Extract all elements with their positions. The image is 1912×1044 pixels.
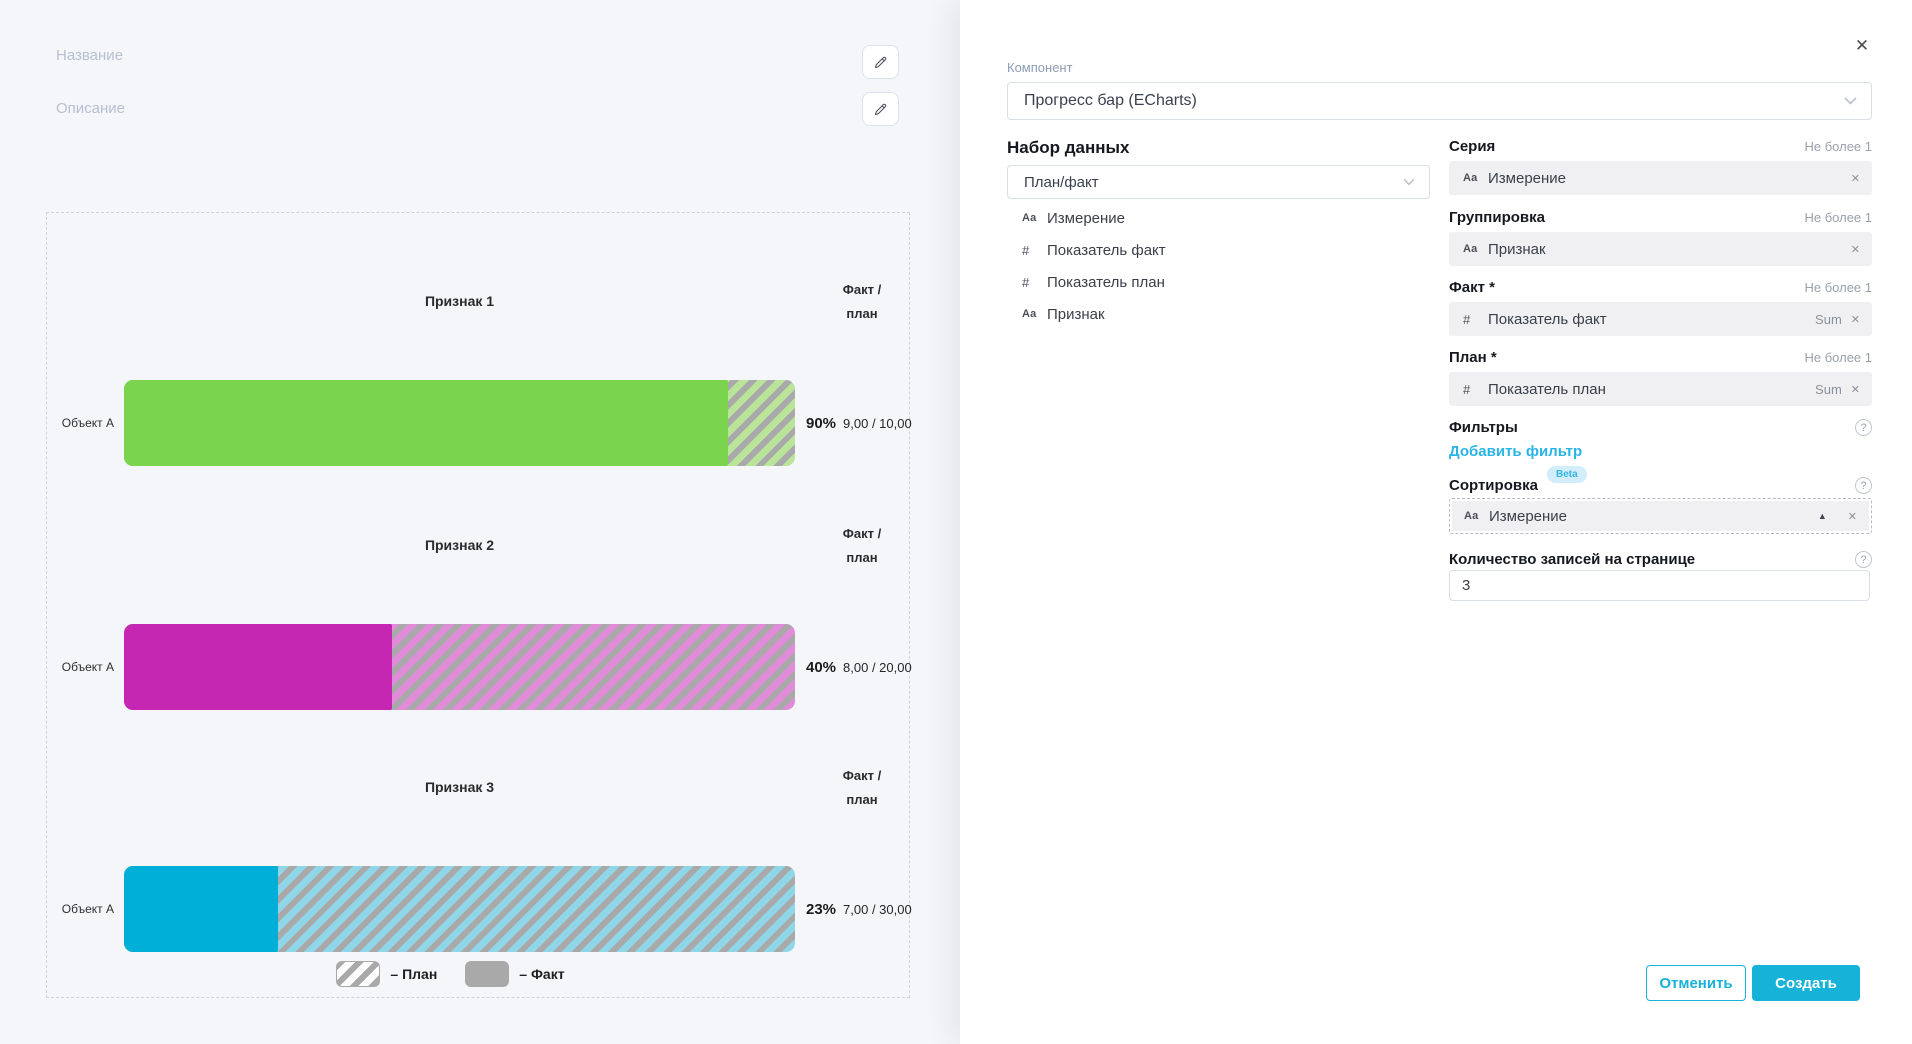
- close-icon[interactable]: [1849, 33, 1875, 59]
- remove-icon[interactable]: [1851, 313, 1860, 326]
- settings-panel: Компонент Прогресс бар (ECharts) Набор д…: [960, 0, 1912, 1044]
- category-label: Объект А: [47, 380, 114, 466]
- value-label: 23% 7,00 / 30,00: [806, 866, 912, 952]
- aggregation-label[interactable]: Sum: [1815, 382, 1842, 397]
- aggregation-label[interactable]: Sum: [1815, 312, 1842, 327]
- chevron-down-icon: [1844, 92, 1857, 110]
- plan-swatch-icon: [336, 961, 380, 987]
- value-label: 40% 8,00 / 20,00: [806, 624, 912, 710]
- legend-fact-label: – Факт: [519, 966, 564, 982]
- chart-group-1: Признак 1 Факт / план Объект А 90% 9,00 …: [47, 280, 909, 480]
- component-select[interactable]: Прогресс бар (ECharts): [1007, 82, 1872, 120]
- remove-icon[interactable]: [1851, 243, 1860, 256]
- help-icon[interactable]: [1855, 551, 1872, 568]
- fact-chip[interactable]: # Показатель факт Sum: [1449, 302, 1872, 336]
- pencil-icon: [873, 55, 888, 70]
- sort-ascending-icon[interactable]: [1818, 511, 1827, 521]
- sorting-chip[interactable]: Аа Измерение: [1452, 501, 1869, 531]
- remove-icon[interactable]: [1851, 383, 1860, 396]
- progress-bar: [124, 380, 795, 466]
- string-type-icon: Аа: [1463, 172, 1479, 184]
- plan-row-header: План * Не более 1: [1449, 349, 1872, 366]
- group-title: Признак 2: [124, 537, 795, 553]
- fact-swatch-icon: [465, 961, 509, 987]
- component-label: Компонент: [1007, 60, 1073, 75]
- chart-preview: Признак 1 Факт / план Объект А 90% 9,00 …: [46, 212, 910, 998]
- string-type-icon: Аа: [1464, 510, 1480, 522]
- number-type-icon: #: [1463, 312, 1479, 327]
- progress-bar: [124, 866, 795, 952]
- category-label: Объект А: [47, 624, 114, 710]
- filters-header: Фильтры: [1449, 419, 1872, 436]
- chevron-down-icon: [1403, 173, 1415, 191]
- number-type-icon: #: [1022, 243, 1038, 258]
- widget-editor: Название Описание Настроить виджет Призн…: [0, 0, 1912, 1044]
- chart-legend: – План – Факт: [124, 961, 795, 987]
- series-chip[interactable]: Аа Измерение: [1449, 161, 1872, 195]
- edit-description-button[interactable]: [862, 92, 899, 126]
- chart-group-2: Признак 2 Факт / план Объект А 40% 8,00 …: [47, 524, 909, 724]
- sorting-header: Сортировка: [1449, 477, 1872, 494]
- chart-group-3: Признак 3 Факт / план Объект А 23% 7,00 …: [47, 766, 909, 966]
- string-type-icon: Аа: [1022, 308, 1038, 320]
- field-item-priznak[interactable]: Аа Признак: [1022, 298, 1422, 330]
- remove-icon[interactable]: [1851, 172, 1860, 185]
- legend-plan-label: – План: [390, 966, 437, 982]
- dataset-title: Набор данных: [1007, 138, 1129, 158]
- left-panel: Название Описание Настроить виджет Призн…: [0, 0, 960, 1044]
- column-header: Факт / план: [787, 522, 937, 570]
- series-row-header: Серия Не более 1: [1449, 138, 1872, 155]
- description-field-placeholder[interactable]: Описание: [56, 100, 125, 117]
- pencil-icon: [873, 102, 888, 117]
- field-item-pokazatel-fakt[interactable]: # Показатель факт: [1022, 234, 1422, 266]
- limit-badge: Не более 1: [1804, 139, 1872, 154]
- help-icon[interactable]: [1855, 477, 1872, 494]
- remove-icon[interactable]: [1848, 510, 1857, 523]
- string-type-icon: Аа: [1022, 212, 1038, 224]
- group-title: Признак 3: [124, 779, 795, 795]
- group-title: Признак 1: [124, 293, 795, 309]
- grouping-chip[interactable]: Аа Признак: [1449, 232, 1872, 266]
- category-label: Объект А: [47, 866, 114, 952]
- grouping-row-header: Группировка Не более 1: [1449, 209, 1872, 226]
- name-field-placeholder[interactable]: Название: [56, 47, 123, 64]
- progress-bar: [124, 624, 795, 710]
- dataset-select[interactable]: План/факт: [1007, 165, 1430, 199]
- help-icon[interactable]: [1855, 419, 1872, 436]
- limit-badge: Не более 1: [1804, 350, 1872, 365]
- string-type-icon: Аа: [1463, 243, 1479, 255]
- limit-badge: Не более 1: [1804, 210, 1872, 225]
- create-button[interactable]: Создать: [1752, 965, 1860, 1001]
- dataset-field-list: Аа Измерение # Показатель факт # Показат…: [1022, 202, 1422, 330]
- sorting-dropzone[interactable]: Аа Измерение: [1449, 498, 1872, 534]
- number-type-icon: #: [1463, 382, 1479, 397]
- plan-chip[interactable]: # Показатель план Sum: [1449, 372, 1872, 406]
- value-label: 90% 9,00 / 10,00: [806, 380, 912, 466]
- page-size-header: Количество записей на странице: [1449, 551, 1872, 568]
- column-header: Факт / план: [787, 764, 937, 812]
- limit-badge: Не более 1: [1804, 280, 1872, 295]
- fact-fill: [124, 380, 728, 466]
- field-item-pokazatel-plan[interactable]: # Показатель план: [1022, 266, 1422, 298]
- column-header: Факт / план: [787, 278, 937, 326]
- fact-fill: [124, 866, 278, 952]
- beta-badge: Beta: [1547, 466, 1587, 483]
- page-size-input[interactable]: [1449, 570, 1870, 601]
- cancel-button[interactable]: Отменить: [1646, 965, 1746, 1001]
- fact-fill: [124, 624, 392, 710]
- add-filter-link[interactable]: Добавить фильтр: [1449, 443, 1582, 460]
- fact-row-header: Факт * Не более 1: [1449, 279, 1872, 296]
- edit-name-button[interactable]: [862, 45, 899, 79]
- field-item-izmerenie[interactable]: Аа Измерение: [1022, 202, 1422, 234]
- number-type-icon: #: [1022, 275, 1038, 290]
